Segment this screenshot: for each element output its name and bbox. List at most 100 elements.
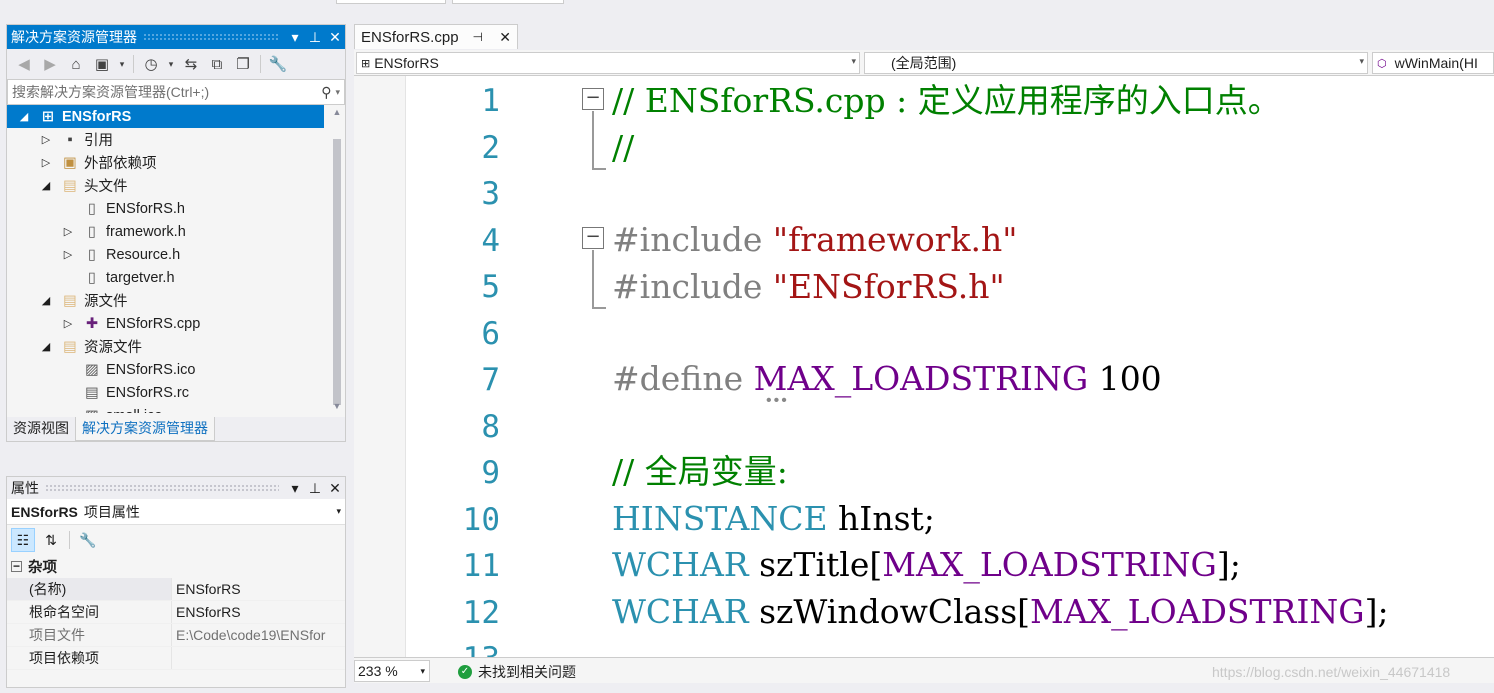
dropdown-icon[interactable]: ▾ <box>285 29 305 46</box>
scope-dropdown[interactable]: (全局范围) ▾ <box>864 52 1368 74</box>
tree-item[interactable]: ▨ ENSforRS.ico <box>7 358 324 381</box>
expanded-arrow-icon[interactable]: ◢ <box>39 340 53 353</box>
close-icon[interactable]: ✕ <box>325 29 345 46</box>
chevron-down-icon[interactable]: ▾ <box>420 661 425 681</box>
tree-item[interactable]: ◢ ▤ 资源文件 <box>7 335 324 358</box>
collapse-all-icon[interactable]: ⧉ <box>206 53 228 75</box>
tree-item[interactable]: ▤ ENSforRS.rc <box>7 381 324 404</box>
drag-grip[interactable] <box>45 484 279 492</box>
tree-item[interactable]: ▷ ✚ ENSforRS.cpp <box>7 312 324 335</box>
tree-item-label: 资源文件 <box>84 340 142 356</box>
project-dropdown[interactable]: ⊞ ENSforRS ▾ <box>356 52 860 74</box>
scroll-down-icon[interactable]: ▼ <box>331 401 343 411</box>
alphabetical-icon[interactable]: ⇅ <box>39 528 63 552</box>
property-row[interactable]: (名称) ENSforRS <box>7 578 345 601</box>
properties-object-selector[interactable]: ENSforRS 项目属性 ▾ <box>7 499 345 525</box>
collapse-icon[interactable]: − <box>11 560 22 572</box>
back-icon[interactable]: ◀ <box>13 53 35 75</box>
drag-grip[interactable] <box>143 33 279 41</box>
code-line-7[interactable]: #define MAX_LOADSTRING 100 <box>612 356 1162 402</box>
forward-icon[interactable]: ▶ <box>39 53 61 75</box>
include-string: "ENSforRS.h" <box>772 267 1005 306</box>
code-line-10[interactable]: HINSTANCE hInst; <box>612 496 935 542</box>
code-line-11[interactable]: WCHAR szTitle[MAX_LOADSTRING]; <box>612 542 1241 588</box>
scrollbar-thumb[interactable] <box>333 139 341 405</box>
property-value[interactable]: ENSforRS <box>171 578 345 600</box>
line-number: 10 <box>462 501 500 538</box>
categorized-icon[interactable]: ☷ <box>11 528 35 552</box>
quick-action-indicator[interactable]: ••• <box>766 392 789 410</box>
rc-file-icon: ▤ <box>85 384 99 401</box>
code-line-9[interactable]: // 全局变量: <box>612 449 788 495</box>
tree-item[interactable]: ◢ ▤ 源文件 <box>7 289 324 312</box>
chevron-down-icon[interactable]: ▾ <box>117 53 127 75</box>
property-row[interactable]: 项目文件 E:\Code\code19\ENSfor <box>7 624 345 647</box>
chevron-down-icon[interactable]: ▾ <box>336 506 341 517</box>
collapsed-arrow-icon[interactable]: ▷ <box>39 133 53 146</box>
tree-item-label: 外部依赖项 <box>84 156 157 172</box>
tree-item[interactable]: ▨ small.ico <box>7 404 324 414</box>
indicator-margin[interactable] <box>354 76 406 657</box>
close-icon[interactable]: ✕ <box>325 480 345 497</box>
close-icon[interactable]: ✕ <box>499 29 511 46</box>
code-line-2[interactable]: // <box>612 125 634 171</box>
collapsed-arrow-icon[interactable]: ▷ <box>61 317 75 330</box>
collapse-icon[interactable]: − <box>582 88 604 110</box>
search-icon[interactable]: ⚲ <box>321 84 331 101</box>
member-dropdown[interactable]: ⬡ wWinMain(HI <box>1372 52 1494 74</box>
tree-item[interactable]: ◢ ⊞ ENSforRS <box>7 105 324 128</box>
tree-item[interactable]: ▷ ▪ 引用 <box>7 128 324 151</box>
expanded-arrow-icon[interactable]: ◢ <box>39 179 53 192</box>
macro-name: MAX_LOADSTRING <box>1030 592 1365 631</box>
tree-item[interactable]: ▷ ▯ Resource.h <box>7 243 324 266</box>
switch-views-icon[interactable]: ▣ <box>91 53 113 75</box>
property-value[interactable]: E:\Code\code19\ENSfor <box>171 624 345 646</box>
code-line-4[interactable]: #include "framework.h" <box>612 217 1017 263</box>
wrench-icon[interactable]: 🔧 <box>267 53 289 75</box>
collapse-icon[interactable]: − <box>582 227 604 249</box>
chevron-down-icon[interactable]: ▾ <box>335 87 340 98</box>
solution-search-input[interactable]: 搜索解决方案资源管理器(Ctrl+;) ⚲ ▾ <box>7 79 345 105</box>
property-value[interactable]: ENSforRS <box>171 601 345 623</box>
tab-ensforrs-cpp[interactable]: ENSforRS.cpp ⊣ ✕ <box>354 24 518 49</box>
tree-item[interactable]: ▷ ▣ 外部依赖项 <box>7 151 324 174</box>
home-icon[interactable]: ⌂ <box>65 53 87 75</box>
dropdown-icon[interactable]: ▾ <box>285 480 305 497</box>
scroll-up-icon[interactable]: ▲ <box>331 107 343 117</box>
collapsed-arrow-icon[interactable]: ▷ <box>39 156 53 169</box>
expanded-arrow-icon[interactable]: ◢ <box>17 110 31 123</box>
pin-icon[interactable]: ⊣ <box>473 30 483 44</box>
issues-indicator[interactable]: ✓ 未找到相关问题 <box>458 662 576 682</box>
property-category[interactable]: − 杂项 <box>7 555 345 578</box>
line-number: 11 <box>462 548 500 584</box>
pin-icon[interactable]: ⊥ <box>305 480 325 497</box>
code-line-1[interactable]: // ENSforRS.cpp : 定义应用程序的入口点。 <box>612 78 1281 124</box>
pin-icon[interactable]: ⊥ <box>305 29 325 46</box>
collapsed-arrow-icon[interactable]: ▷ <box>61 225 75 238</box>
tree-item[interactable]: ▷ ▯ framework.h <box>7 220 324 243</box>
scrollbar[interactable]: ▲ ▼ <box>328 105 345 413</box>
tree-item[interactable]: ▯ targetver.h <box>7 266 324 289</box>
chevron-down-icon[interactable]: ▾ <box>166 53 176 75</box>
tree-item[interactable]: ▯ ENSforRS.h <box>7 197 324 220</box>
pending-changes-icon[interactable]: ◷ <box>140 53 162 75</box>
property-row[interactable]: 根命名空间 ENSforRS <box>7 601 345 624</box>
code-editor[interactable]: 12345678910111213 − − // ENSforRS.cpp : … <box>354 76 1494 657</box>
show-all-files-icon[interactable]: ❐ <box>232 53 254 75</box>
code-line-5[interactable]: #include "ENSforRS.h" <box>612 264 1005 310</box>
collapsed-arrow-icon[interactable]: ▷ <box>61 248 75 261</box>
expanded-arrow-icon[interactable]: ◢ <box>39 294 53 307</box>
tab-solution-explorer[interactable]: 解决方案资源管理器 <box>75 417 215 441</box>
object-name: ENSforRS <box>11 503 78 520</box>
zoom-dropdown[interactable]: 233 % ▾ <box>354 660 430 682</box>
line-number: 9 <box>481 455 500 491</box>
chevron-down-icon[interactable]: ▾ <box>1359 56 1364 67</box>
wrench-icon[interactable]: 🔧 <box>76 528 100 552</box>
property-row[interactable]: 项目依赖项 <box>7 647 345 670</box>
property-value[interactable] <box>171 647 345 669</box>
sync-icon[interactable]: ⇆ <box>180 53 202 75</box>
tab-resource-view[interactable]: 资源视图 <box>7 417 75 441</box>
chevron-down-icon[interactable]: ▾ <box>851 56 856 67</box>
code-line-12[interactable]: WCHAR szWindowClass[MAX_LOADSTRING]; <box>612 589 1389 635</box>
tree-item[interactable]: ◢ ▤ 头文件 <box>7 174 324 197</box>
